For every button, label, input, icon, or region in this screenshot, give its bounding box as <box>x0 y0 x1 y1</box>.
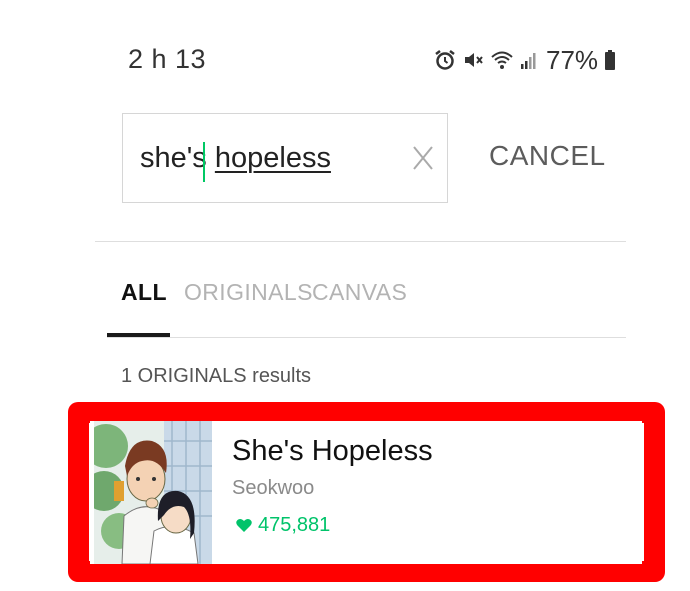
battery-icon <box>605 50 616 70</box>
alarm-icon <box>435 50 455 70</box>
signal-icon <box>521 53 536 69</box>
divider <box>95 241 626 242</box>
divider <box>107 337 626 338</box>
close-icon <box>413 146 433 170</box>
text-caret <box>203 142 205 182</box>
likes-count: 475,881 <box>258 514 331 536</box>
search-query-suggestion: hopeless <box>214 142 331 174</box>
cancel-button[interactable]: CANCEL <box>489 140 606 172</box>
status-time: 2 h 13 <box>128 44 207 74</box>
clear-search-button[interactable] <box>411 144 435 172</box>
series-author: Seokwoo <box>232 477 315 499</box>
tab-all[interactable]: ALL <box>121 279 167 306</box>
series-likes: 475,881 <box>236 514 330 537</box>
series-title: She's Hopeless <box>232 435 433 467</box>
mute-icon <box>465 53 483 67</box>
heart-icon <box>236 518 252 532</box>
results-count: 1 ORIGINALS results <box>121 365 312 387</box>
search-query: she's hopeless <box>140 142 331 175</box>
result-item-shes-hopeless[interactable]: She's Hopeless Seokwoo 475,881 <box>90 421 642 564</box>
tab-canvas[interactable]: CANVAS <box>312 279 407 306</box>
battery-percentage: 77% <box>546 44 599 75</box>
status-icons: 77% <box>434 44 616 76</box>
series-thumbnail <box>94 421 212 564</box>
search-input[interactable]: she's hopeless <box>122 113 448 203</box>
wifi-icon <box>491 51 513 69</box>
tab-originals[interactable]: ORIGINALS <box>184 279 313 306</box>
